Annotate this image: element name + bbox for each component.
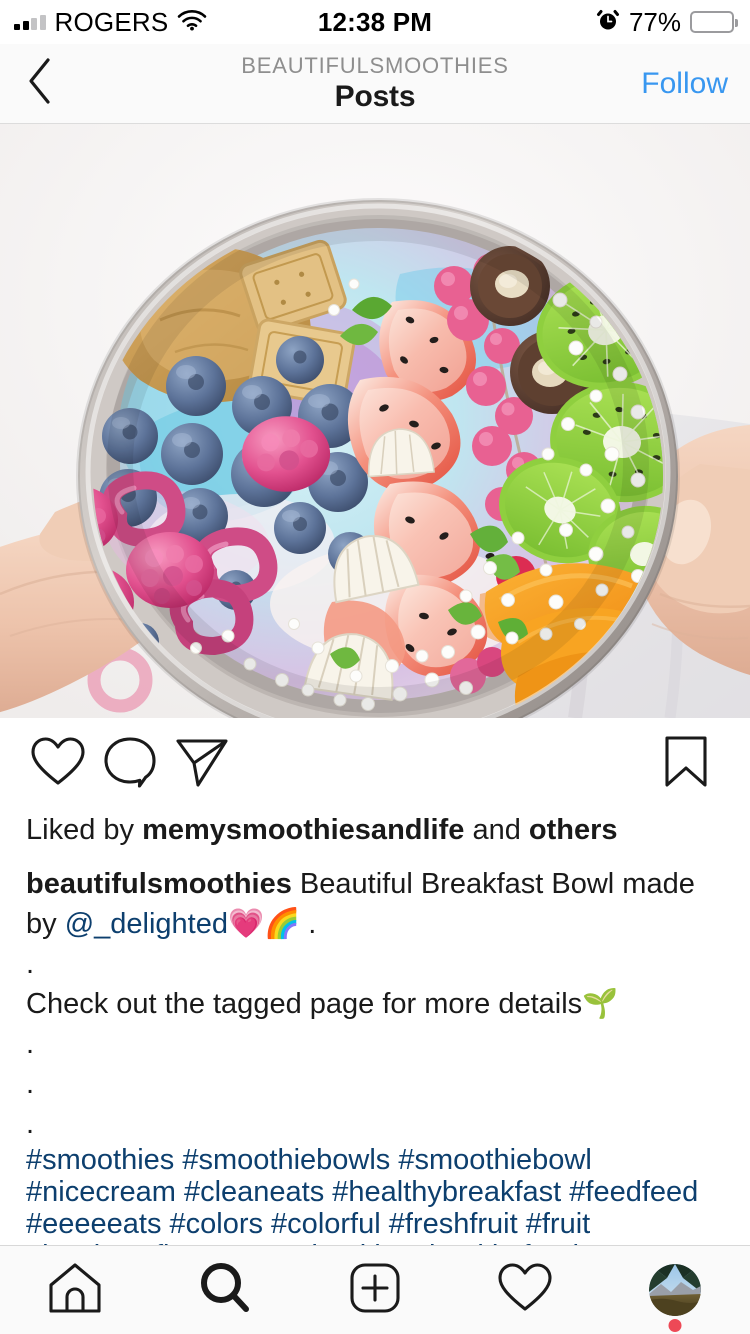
nav-header: BEAUTIFULSMOOTHIES Posts Follow: [0, 44, 750, 124]
battery-icon: [690, 11, 738, 33]
battery-percent-label: 77%: [628, 6, 681, 37]
chevron-left-icon: [26, 57, 54, 110]
share-button[interactable]: [166, 728, 238, 800]
caption-text-after-emoji: .: [300, 908, 317, 940]
status-bar-right: 77%: [596, 6, 738, 38]
caption-tagged-text: Check out the tagged page for more detai…: [26, 988, 583, 1020]
instagram-post-screen: ROGERS 12:38 PM 77% BEAUTIFULSMOOTHIES P…: [0, 0, 750, 1334]
caption-dot-line-4: .: [26, 1108, 35, 1140]
back-button[interactable]: [26, 56, 70, 112]
caption-hashtags[interactable]: #smoothies #smoothiebowls #smoothiebowl …: [26, 1144, 724, 1245]
liked-by-others[interactable]: others: [529, 814, 618, 846]
profile-avatar: [649, 1264, 701, 1316]
tab-profile[interactable]: [600, 1246, 750, 1334]
hashtag-line[interactable]: #smoothies #smoothiebowls #smoothiebowl: [26, 1144, 724, 1176]
alarm-clock-icon: [596, 8, 620, 37]
clock-label: 12:38 PM: [317, 6, 433, 37]
smoothie-bowl-illustration: [0, 124, 750, 718]
hashtag-line[interactable]: #eeeeeats #colors #colorful #freshfruit …: [26, 1208, 724, 1240]
bottom-tab-bar: [0, 1245, 750, 1334]
avatar-wrapper: [649, 1264, 701, 1332]
rainbow-emoji: 🌈: [264, 908, 301, 940]
status-bar-left: ROGERS: [14, 7, 207, 38]
cellular-signal-icon: [14, 14, 46, 30]
comment-bubble-icon: [102, 735, 158, 794]
caption-tagged-line: Check out the tagged page for more detai…: [26, 984, 724, 1024]
home-icon: [47, 1261, 103, 1320]
tab-home[interactable]: [0, 1246, 150, 1334]
carrier-label: ROGERS: [54, 6, 169, 37]
liked-by-line: Liked by memysmoothiesandlife and others: [26, 810, 724, 850]
hashtag-line[interactable]: #nicecream #cleaneats #healthybreakfast …: [26, 1176, 724, 1208]
tab-activity[interactable]: [450, 1246, 600, 1334]
caption-mention-link[interactable]: @_delighted: [65, 908, 228, 940]
tab-add-post[interactable]: [300, 1246, 450, 1334]
notification-dot: [668, 1319, 682, 1332]
post-image[interactable]: [0, 124, 750, 718]
liked-by-prefix: Liked by: [26, 814, 143, 846]
post-caption-block: Liked by memysmoothiesandlife and others…: [0, 810, 750, 1245]
follow-button[interactable]: Follow: [641, 67, 728, 101]
search-icon: [198, 1261, 252, 1320]
seedling-emoji: 🌱: [582, 988, 619, 1020]
caption-dot-line-3: .: [26, 1068, 35, 1100]
caption-author[interactable]: beautifulsmoothies: [26, 868, 292, 900]
heart-icon: [30, 736, 86, 793]
tab-search[interactable]: [150, 1246, 300, 1334]
like-button[interactable]: [22, 728, 94, 800]
caption-text: beautifulsmoothies Beautiful Breakfast B…: [26, 864, 724, 944]
nav-title-block: BEAUTIFULSMOOTHIES Posts: [0, 53, 750, 115]
share-paper-plane-icon: [174, 735, 230, 794]
nav-subtitle: BEAUTIFULSMOOTHIES: [241, 52, 509, 78]
post-actions-bar: [0, 718, 750, 810]
heart-icon: [497, 1262, 553, 1319]
liked-by-username[interactable]: memysmoothiesandlife: [142, 814, 464, 846]
caption-dot-line-1: .: [26, 948, 35, 980]
caption-dot-line-2: .: [26, 1028, 35, 1060]
bookmark-icon: [662, 735, 710, 794]
wifi-icon: [177, 9, 207, 36]
page-title: Posts: [334, 79, 416, 113]
add-post-icon: [348, 1261, 402, 1320]
status-bar: ROGERS 12:38 PM 77%: [0, 0, 750, 44]
save-button[interactable]: [650, 728, 722, 800]
heart-emoji: 💗: [227, 908, 265, 940]
comment-button[interactable]: [94, 728, 166, 800]
liked-by-middle: and: [464, 814, 529, 846]
